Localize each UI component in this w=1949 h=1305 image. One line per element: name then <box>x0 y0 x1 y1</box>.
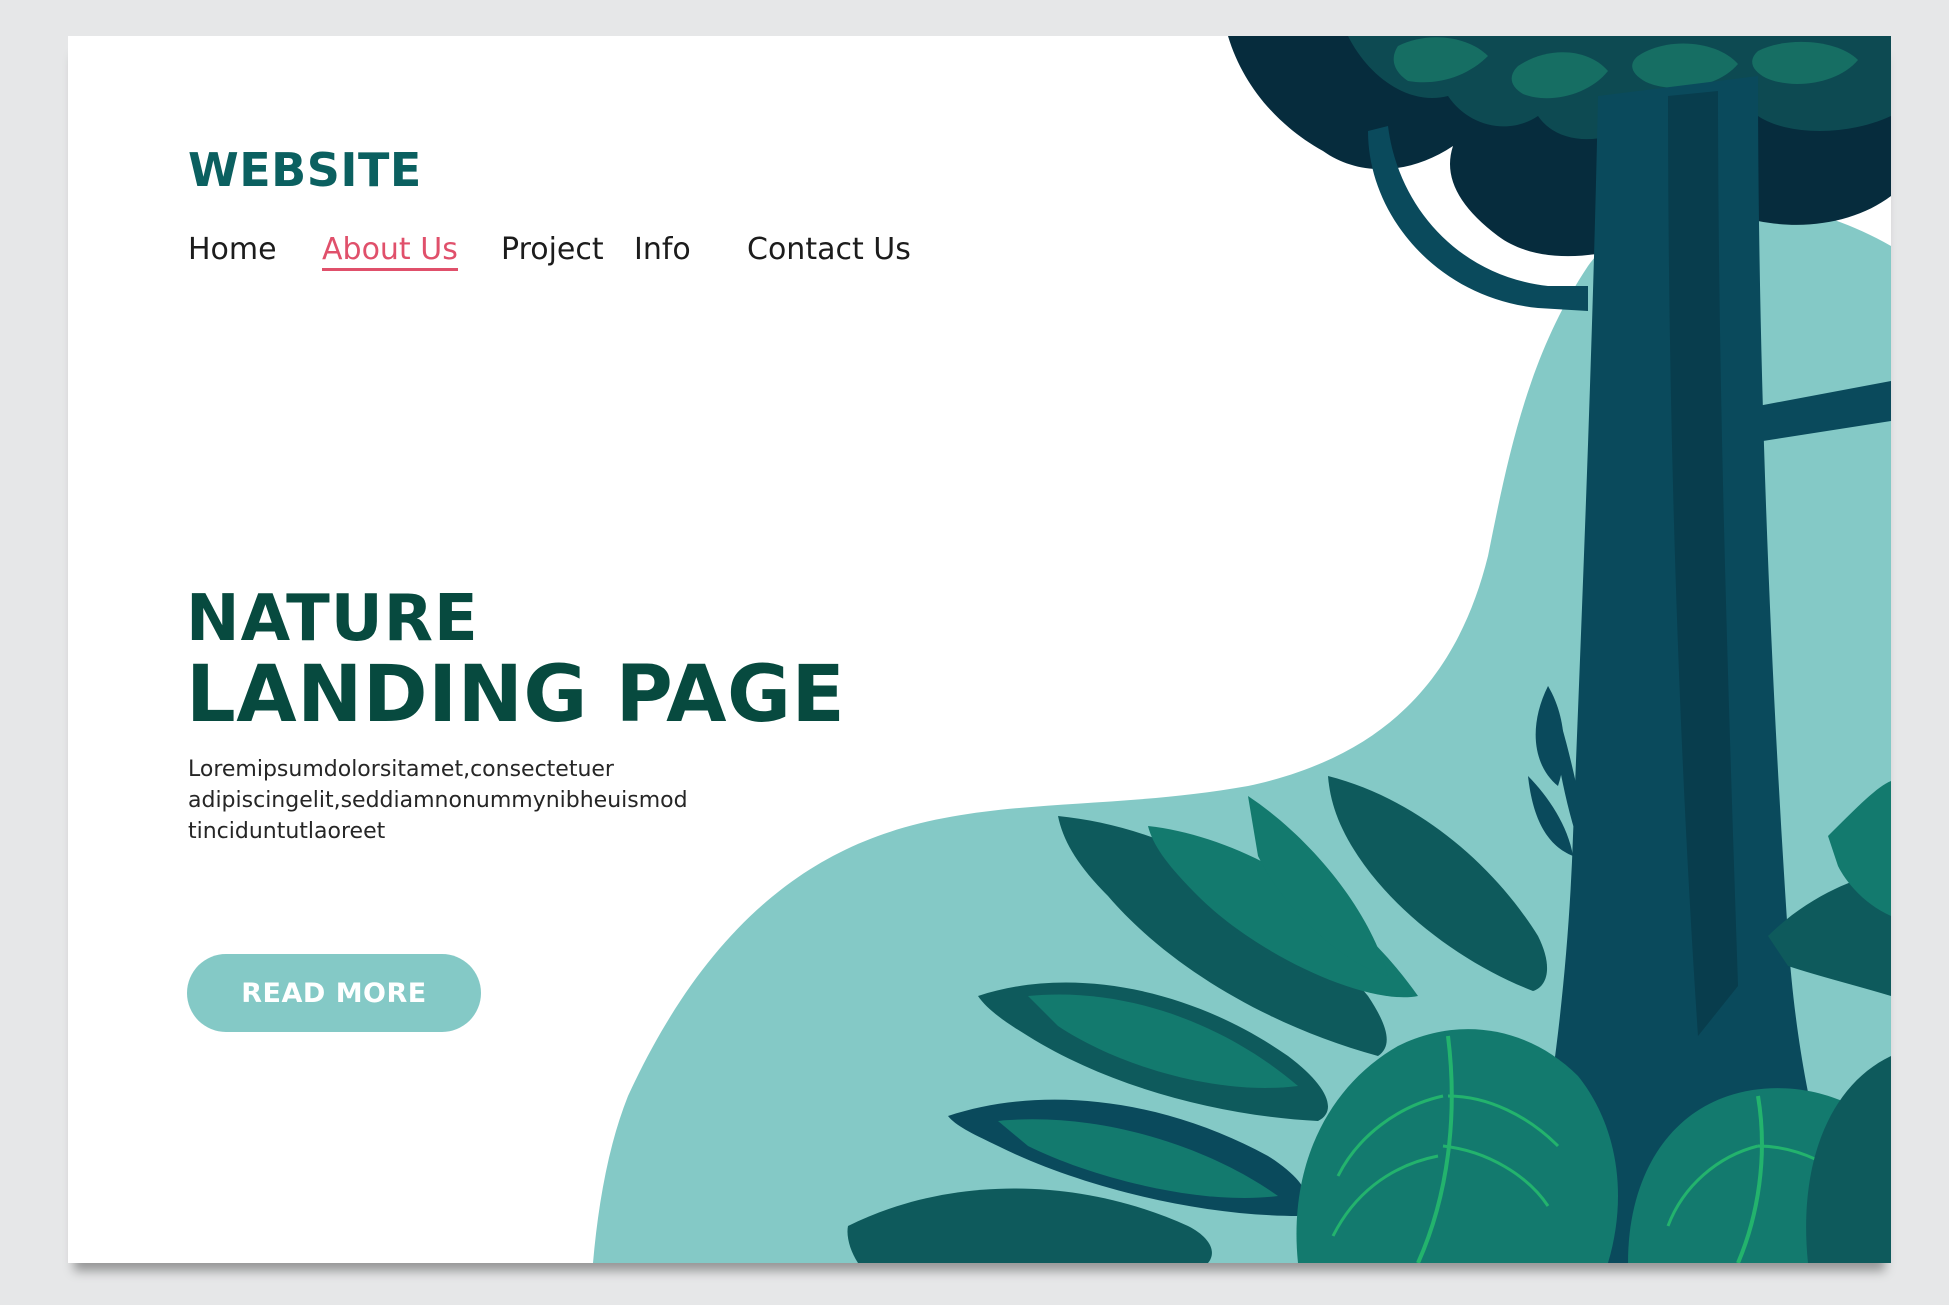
nav-item-home[interactable]: Home <box>188 232 277 267</box>
hero-title-line-2: LANDING PAGE <box>186 650 846 740</box>
hero-body-line: adipiscingelit,seddiamnonummynibheuismod <box>188 788 688 813</box>
landing-page-card: WEBSITE Home About Us Project Info Conta… <box>68 36 1891 1263</box>
nav-item-info[interactable]: Info <box>634 232 691 267</box>
nav-item-project[interactable]: Project <box>501 232 604 267</box>
hero-body-text: Loremipsumdolorsitamet,consectetuer adip… <box>188 754 808 847</box>
nav-item-contact-us[interactable]: Contact Us <box>747 232 911 267</box>
read-more-button[interactable]: READ MORE <box>187 954 481 1032</box>
hero-title-line-1: NATURE <box>186 582 479 656</box>
nav-item-about-us[interactable]: About Us <box>322 232 458 271</box>
site-logo[interactable]: WEBSITE <box>188 143 422 197</box>
hero-body-line: Loremipsumdolorsitamet,consectetuer <box>188 757 614 782</box>
hero-body-line: tinciduntutlaoreet <box>188 819 386 844</box>
